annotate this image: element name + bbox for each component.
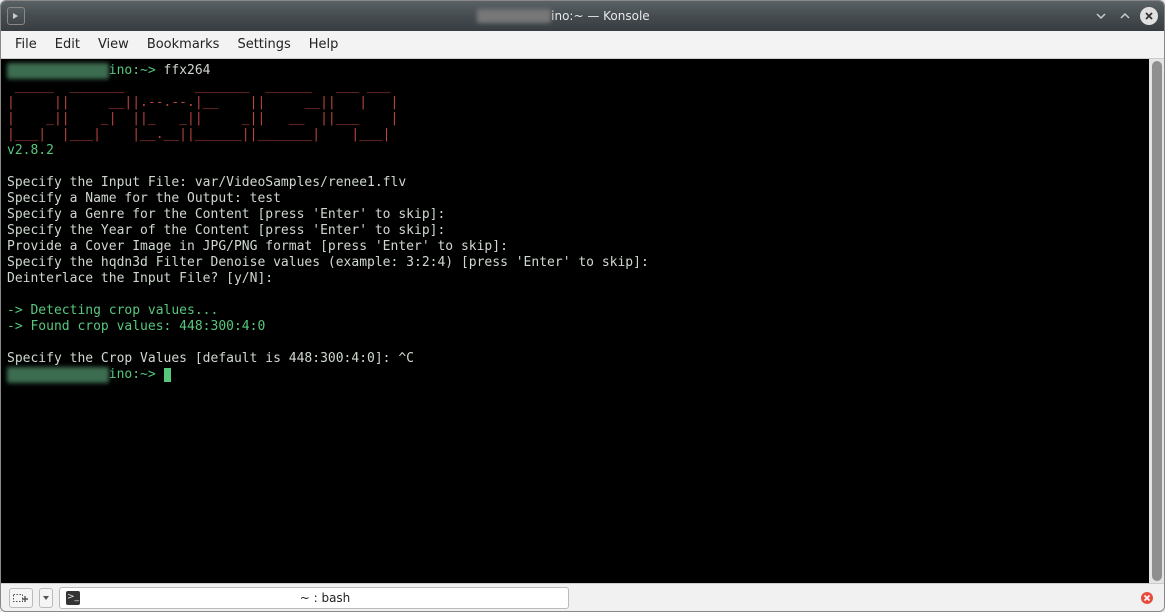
minimize-button[interactable] bbox=[1092, 7, 1110, 25]
terminal-icon: >_ bbox=[66, 591, 80, 605]
term-line: Specify the hqdn3d Filter Denoise values… bbox=[7, 255, 649, 270]
close-button[interactable] bbox=[1140, 7, 1158, 25]
new-tab-dropdown[interactable] bbox=[39, 588, 53, 608]
konsole-window: ████████ino:~ — Konsole File Edit View B… bbox=[0, 0, 1165, 612]
terminal-area: █████████████ino:~> ffx264 _____ _______… bbox=[1, 59, 1164, 583]
term-line: Specify the Crop Values [default is 448:… bbox=[7, 351, 414, 366]
term-line: Specify a Name for the Output: test bbox=[7, 191, 281, 206]
term-line: Specify the Input File: var/VideoSamples… bbox=[7, 175, 406, 190]
term-line: Deinterlace the Input File? [y/N]: bbox=[7, 271, 273, 286]
close-tab-button[interactable] bbox=[1138, 589, 1156, 607]
titlebar: ████████ino:~ — Konsole bbox=[1, 1, 1164, 31]
terminal[interactable]: █████████████ino:~> ffx264 _____ _______… bbox=[1, 59, 1149, 583]
term-line: -> Detecting crop values... bbox=[7, 303, 218, 318]
term-line: Specify a Genre for the Content [press '… bbox=[7, 207, 445, 222]
version-text: v2.8.2 bbox=[7, 143, 54, 158]
ascii-art: _____ _______ _______ ______ ___ ___ | |… bbox=[7, 79, 398, 142]
window-title: ████████ino:~ — Konsole bbox=[35, 9, 1092, 23]
term-line: Specify the Year of the Content [press '… bbox=[7, 223, 445, 238]
cursor bbox=[164, 368, 171, 382]
app-menu-button[interactable] bbox=[7, 7, 25, 25]
menu-file[interactable]: File bbox=[15, 37, 37, 52]
menu-help[interactable]: Help bbox=[309, 37, 339, 52]
term-line: Provide a Cover Image in JPG/PNG format … bbox=[7, 239, 508, 254]
tab-label: ~ : bash bbox=[88, 591, 562, 605]
menu-bookmarks[interactable]: Bookmarks bbox=[147, 37, 220, 52]
menu-view[interactable]: View bbox=[98, 37, 129, 52]
menu-settings[interactable]: Settings bbox=[237, 37, 290, 52]
new-tab-button[interactable] bbox=[9, 588, 33, 608]
scrollbar-thumb[interactable] bbox=[1152, 61, 1162, 581]
scrollbar[interactable] bbox=[1149, 59, 1164, 583]
tab[interactable]: >_ ~ : bash bbox=[59, 587, 569, 609]
maximize-button[interactable] bbox=[1116, 7, 1134, 25]
bottombar: >_ ~ : bash bbox=[1, 583, 1164, 611]
menu-edit[interactable]: Edit bbox=[55, 37, 80, 52]
menubar: File Edit View Bookmarks Settings Help bbox=[1, 31, 1164, 59]
term-line: -> Found crop values: 448:300:4:0 bbox=[7, 319, 265, 334]
